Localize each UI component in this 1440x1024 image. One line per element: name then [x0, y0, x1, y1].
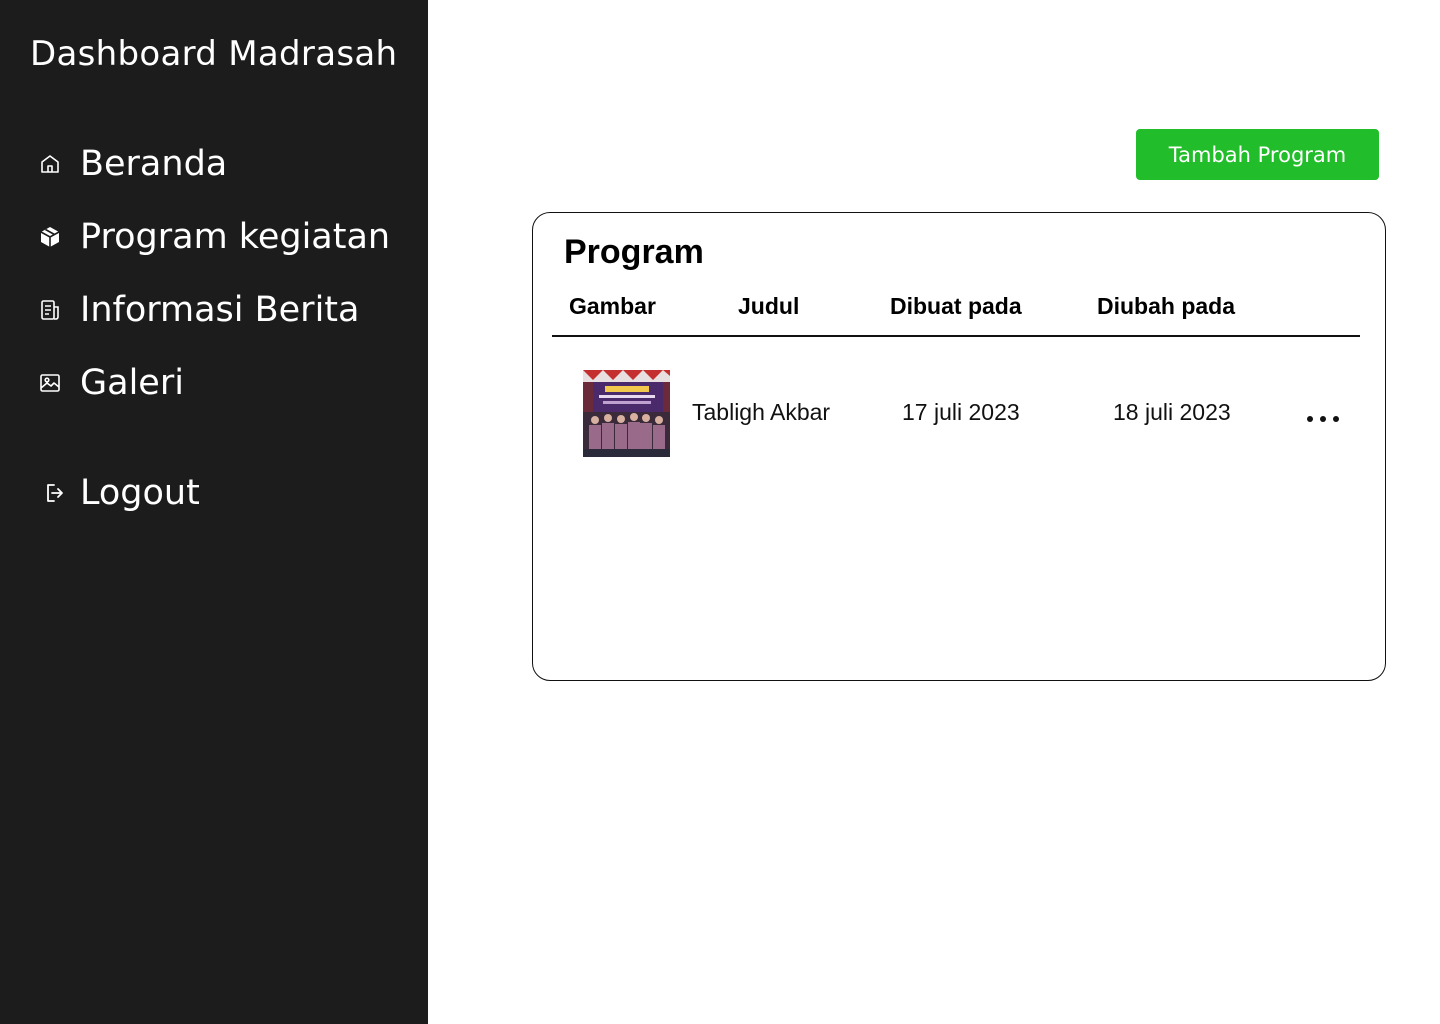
column-header-dibuat-pada: Dibuat pada — [890, 293, 1022, 319]
row-title: Tabligh Akbar — [692, 399, 831, 425]
logout-label: Logout — [80, 473, 200, 513]
sidebar-item-galeri[interactable]: Galeri — [36, 363, 184, 403]
image-icon — [36, 369, 64, 397]
table-row[interactable]: Tabligh Akbar 17 juli 2023 18 juli 2023 — [533, 363, 1385, 463]
column-header-judul: Judul — [738, 293, 800, 319]
header-divider — [552, 335, 1360, 337]
logout-button[interactable]: Logout — [40, 473, 200, 513]
sidebar-item-label: Beranda — [80, 144, 228, 184]
box-icon — [36, 223, 64, 251]
sidebar-item-beranda[interactable]: Beranda — [36, 144, 227, 184]
sidebar: Dashboard Madrasah Beranda Program kegia… — [0, 0, 428, 1024]
row-updated-date: 18 juli 2023 — [1113, 399, 1231, 425]
app-title: Dashboard Madrasah — [30, 34, 398, 74]
card-title: Program — [564, 233, 704, 271]
logout-icon — [40, 479, 68, 507]
sidebar-item-program-kegiatan[interactable]: Program kegiatan — [36, 217, 390, 257]
sidebar-item-informasi-berita[interactable]: Informasi Berita — [36, 290, 359, 330]
sidebar-item-label: Informasi Berita — [80, 290, 360, 330]
column-header-gambar: Gambar — [569, 293, 656, 319]
row-created-date: 17 juli 2023 — [902, 399, 1020, 425]
sidebar-item-label: Galeri — [80, 363, 184, 403]
program-table-card: Program Gambar Judul Dibuat pada Diubah … — [532, 212, 1386, 681]
program-thumbnail[interactable] — [583, 370, 670, 457]
tambah-program-button[interactable]: Tambah Program — [1136, 129, 1379, 180]
more-options-icon[interactable] — [1307, 411, 1339, 427]
news-icon — [36, 296, 64, 324]
column-header-diubah-pada: Diubah pada — [1097, 293, 1236, 319]
sidebar-item-label: Program kegiatan — [80, 217, 391, 257]
home-icon — [36, 150, 64, 178]
